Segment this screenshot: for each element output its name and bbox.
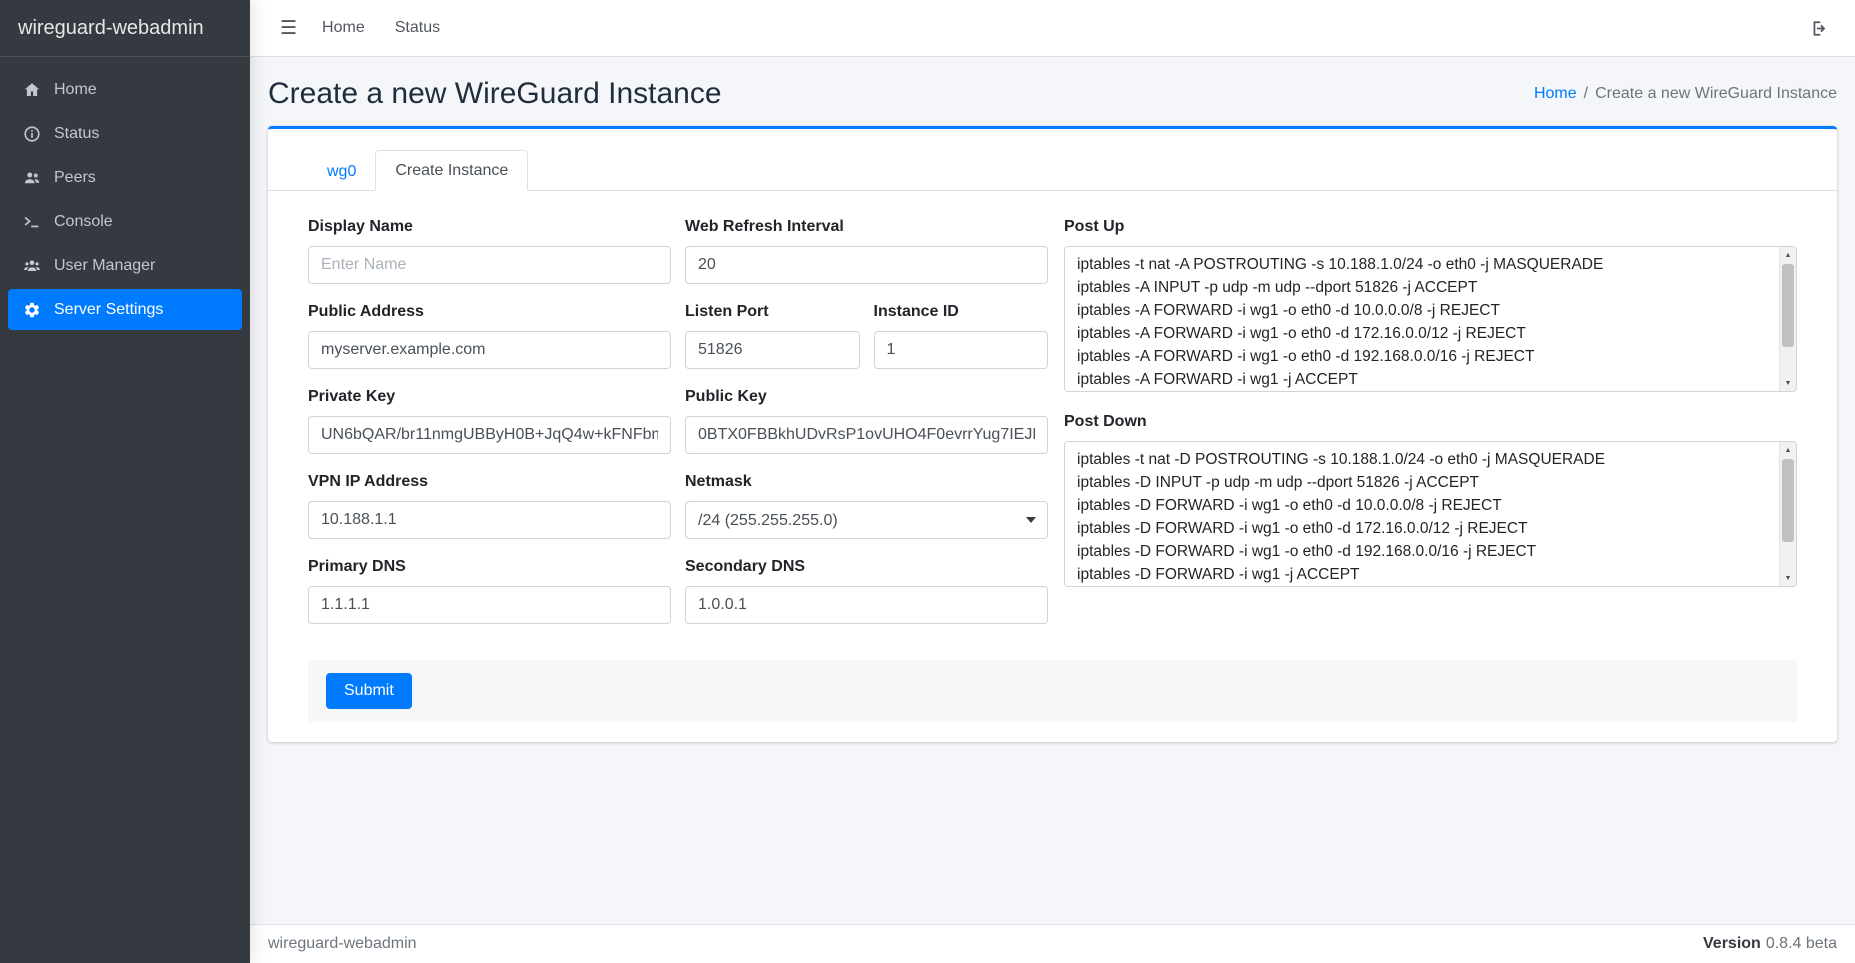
footer-version: Version 0.8.4 beta xyxy=(1703,935,1837,953)
scrollbar-thumb[interactable] xyxy=(1782,459,1794,542)
card-tabs: wg0 Create Instance xyxy=(268,129,1837,191)
scroll-down-icon[interactable]: ▼ xyxy=(1780,375,1796,391)
secondary-dns-label: Secondary DNS xyxy=(685,557,1048,576)
web-refresh-interval-label: Web Refresh Interval xyxy=(685,217,1048,236)
instance-id-label: Instance ID xyxy=(874,302,1049,321)
sidebar-item-home[interactable]: Home xyxy=(8,69,242,110)
sidebar: wireguard-webadmin Home Status Peers Con… xyxy=(0,0,250,963)
secondary-dns-input[interactable] xyxy=(685,586,1048,624)
form-right-column: Post Up iptables -t nat -A POSTROUTING -… xyxy=(1064,217,1797,642)
user-manager-icon xyxy=(20,257,43,275)
page-title: Create a new WireGuard Instance xyxy=(268,77,722,111)
vpn-ip-input[interactable] xyxy=(308,501,671,539)
home-icon xyxy=(20,81,43,99)
post-up-textarea[interactable]: iptables -t nat -A POSTROUTING -s 10.188… xyxy=(1065,247,1796,391)
tab-wg0[interactable]: wg0 xyxy=(308,152,375,191)
post-up-scrollbar[interactable]: ▲ ▼ xyxy=(1779,247,1796,391)
top-navbar: ☰ Home Status xyxy=(250,0,1855,57)
sidebar-item-status[interactable]: Status xyxy=(8,113,242,154)
footer-app-name: wireguard-webadmin xyxy=(268,935,417,953)
sidebar-item-server-settings[interactable]: Server Settings xyxy=(8,289,242,330)
topnav-link-status[interactable]: Status xyxy=(380,11,455,45)
form-footer: Submit xyxy=(308,660,1797,722)
public-key-input[interactable] xyxy=(685,416,1048,454)
breadcrumb-separator: / xyxy=(1584,85,1588,102)
footer-version-value: 0.8.4 beta xyxy=(1766,935,1837,952)
sidebar-item-label: Peers xyxy=(54,167,96,188)
scroll-up-icon[interactable]: ▲ xyxy=(1780,442,1796,458)
sidebar-item-label: Console xyxy=(54,211,113,232)
sidebar-item-label: Server Settings xyxy=(54,299,163,320)
peers-icon xyxy=(20,169,43,187)
public-address-label: Public Address xyxy=(308,302,671,321)
submit-button[interactable]: Submit xyxy=(326,673,412,709)
hamburger-menu-icon[interactable]: ☰ xyxy=(270,11,307,46)
display-name-label: Display Name xyxy=(308,217,671,236)
public-key-label: Public Key xyxy=(685,387,1048,406)
sidebar-menu: Home Status Peers Console User Manager xyxy=(0,57,250,345)
post-down-scrollbar[interactable]: ▲ ▼ xyxy=(1779,442,1796,586)
scroll-up-icon[interactable]: ▲ xyxy=(1780,247,1796,263)
logout-icon xyxy=(1810,19,1829,38)
scrollbar-thumb[interactable] xyxy=(1782,264,1794,347)
content-header: Create a new WireGuard Instance Home / Cre… xyxy=(268,57,1837,126)
breadcrumb: Home / Create a new WireGuard Instance xyxy=(1534,85,1837,103)
footer-version-label: Version xyxy=(1703,935,1761,952)
content: Create a new WireGuard Instance Home / Cre… xyxy=(250,57,1855,924)
sidebar-item-label: Status xyxy=(54,123,99,144)
primary-dns-label: Primary DNS xyxy=(308,557,671,576)
console-icon xyxy=(20,213,43,231)
web-refresh-interval-input[interactable] xyxy=(685,246,1048,284)
post-down-label: Post Down xyxy=(1064,412,1797,431)
sidebar-item-user-manager[interactable]: User Manager xyxy=(8,245,242,286)
tab-create-instance[interactable]: Create Instance xyxy=(375,150,528,191)
vpn-ip-label: VPN IP Address xyxy=(308,472,671,491)
post-up-label: Post Up xyxy=(1064,217,1797,236)
listen-port-label: Listen Port xyxy=(685,302,860,321)
main-area: ☰ Home Status Create a new WireGuard Ins… xyxy=(250,0,1855,963)
logout-button[interactable] xyxy=(1804,13,1835,44)
netmask-select[interactable]: /24 (255.255.255.0) xyxy=(685,501,1048,539)
public-address-input[interactable] xyxy=(308,331,671,369)
post-down-textarea[interactable]: iptables -t nat -D POSTROUTING -s 10.188… xyxy=(1065,442,1796,586)
topnav-link-home[interactable]: Home xyxy=(307,11,380,45)
card-body: Display Name Web Refresh Interval Public… xyxy=(268,191,1837,742)
listen-port-input[interactable] xyxy=(685,331,860,369)
status-icon xyxy=(20,125,43,143)
server-settings-icon xyxy=(20,301,43,319)
page-footer: wireguard-webadmin Version 0.8.4 beta xyxy=(250,924,1855,963)
sidebar-item-peers[interactable]: Peers xyxy=(8,157,242,198)
private-key-label: Private Key xyxy=(308,387,671,406)
sidebar-item-console[interactable]: Console xyxy=(8,201,242,242)
form-left-column: Display Name Web Refresh Interval Public… xyxy=(308,217,1048,642)
scroll-down-icon[interactable]: ▼ xyxy=(1780,570,1796,586)
netmask-label: Netmask xyxy=(685,472,1048,491)
breadcrumb-current: Create a new WireGuard Instance xyxy=(1595,85,1837,102)
sidebar-item-label: User Manager xyxy=(54,255,155,276)
brand[interactable]: wireguard-webadmin xyxy=(0,0,250,57)
instance-id-input[interactable] xyxy=(874,331,1049,369)
display-name-input[interactable] xyxy=(308,246,671,284)
private-key-input[interactable] xyxy=(308,416,671,454)
breadcrumb-home-link[interactable]: Home xyxy=(1534,85,1577,102)
primary-dns-input[interactable] xyxy=(308,586,671,624)
sidebar-item-label: Home xyxy=(54,79,97,100)
create-instance-card: wg0 Create Instance Display Name Web xyxy=(268,126,1837,742)
